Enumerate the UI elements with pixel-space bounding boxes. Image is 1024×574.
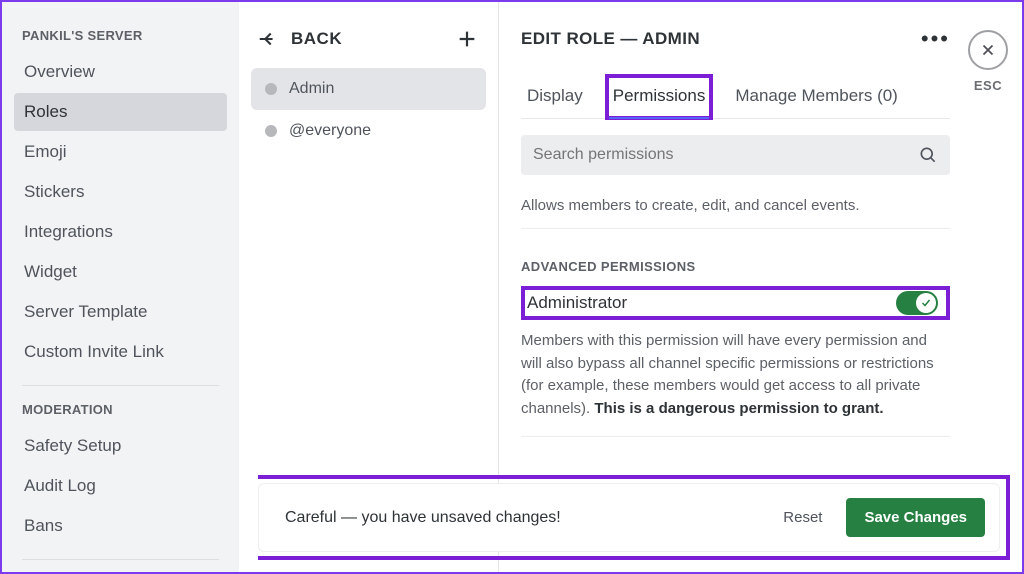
divider — [521, 436, 950, 437]
arrow-left-icon — [257, 28, 279, 50]
sidebar-item-custom-invite-link[interactable]: Custom Invite Link — [14, 333, 227, 371]
plus-icon[interactable] — [456, 28, 478, 50]
sidebar-item-safety-setup[interactable]: Safety Setup — [14, 427, 227, 465]
search-input[interactable] — [533, 146, 918, 164]
role-list-item-everyone[interactable]: @everyone — [251, 110, 486, 152]
sidebar-item-bans[interactable]: Bans — [14, 507, 227, 545]
role-list-item-admin[interactable]: Admin — [251, 68, 486, 110]
role-tabs: Display Permissions Manage Members (0) — [521, 76, 950, 119]
back-button[interactable]: BACK — [257, 28, 342, 50]
sidebar-section-header: PANKIL'S SERVER — [14, 24, 227, 53]
sidebar-divider — [22, 385, 219, 386]
save-changes-button[interactable]: Save Changes — [846, 498, 985, 537]
back-label: BACK — [291, 29, 342, 49]
sidebar-item-widget[interactable]: Widget — [14, 253, 227, 291]
close-area: ESC — [968, 30, 1008, 93]
sidebar-item-server-template[interactable]: Server Template — [14, 293, 227, 331]
sidebar-item-overview[interactable]: Overview — [14, 53, 227, 91]
close-icon — [979, 41, 997, 59]
role-name: Admin — [289, 80, 334, 98]
close-button[interactable] — [968, 30, 1008, 70]
permission-name: Administrator — [527, 293, 627, 313]
tab-display[interactable]: Display — [521, 76, 589, 118]
unsaved-changes-bar: Careful — you have unsaved changes! Rese… — [258, 483, 1000, 552]
sidebar-item-audit-log[interactable]: Audit Log — [14, 467, 227, 505]
tab-manage-members[interactable]: Manage Members (0) — [729, 76, 904, 118]
permission-description: Members with this permission will have e… — [521, 330, 950, 420]
sidebar-item-roles[interactable]: Roles — [14, 93, 227, 131]
permission-hint: Allows members to create, edit, and canc… — [521, 197, 950, 229]
more-options-icon[interactable]: ••• — [921, 26, 950, 52]
sidebar-section-header: MODERATION — [14, 398, 227, 427]
permission-toggle[interactable] — [896, 291, 938, 315]
tab-permissions[interactable]: Permissions — [607, 76, 712, 118]
sidebar-divider — [22, 559, 219, 560]
permission-row-administrator: Administrator — [521, 286, 950, 320]
role-color-dot — [265, 83, 277, 95]
role-name: @everyone — [289, 122, 371, 140]
sidebar-item-integrations[interactable]: Integrations — [14, 213, 227, 251]
settings-sidebar: PANKIL'S SERVER Overview Roles Emoji Sti… — [2, 2, 239, 572]
sidebar-item-stickers[interactable]: Stickers — [14, 173, 227, 211]
check-icon — [920, 297, 932, 309]
page-title: EDIT ROLE — ADMIN — [521, 29, 700, 49]
sidebar-item-emoji[interactable]: Emoji — [14, 133, 227, 171]
reset-button[interactable]: Reset — [773, 501, 832, 534]
role-color-dot — [265, 125, 277, 137]
unsaved-message: Careful — you have unsaved changes! — [285, 509, 759, 527]
esc-label: ESC — [968, 78, 1008, 93]
section-advanced-permissions: ADVANCED PERMISSIONS — [521, 259, 950, 274]
search-icon — [918, 145, 938, 165]
save-bar-highlight: Careful — you have unsaved changes! Rese… — [258, 475, 1010, 560]
toggle-knob — [916, 293, 936, 313]
search-permissions[interactable] — [521, 135, 950, 175]
